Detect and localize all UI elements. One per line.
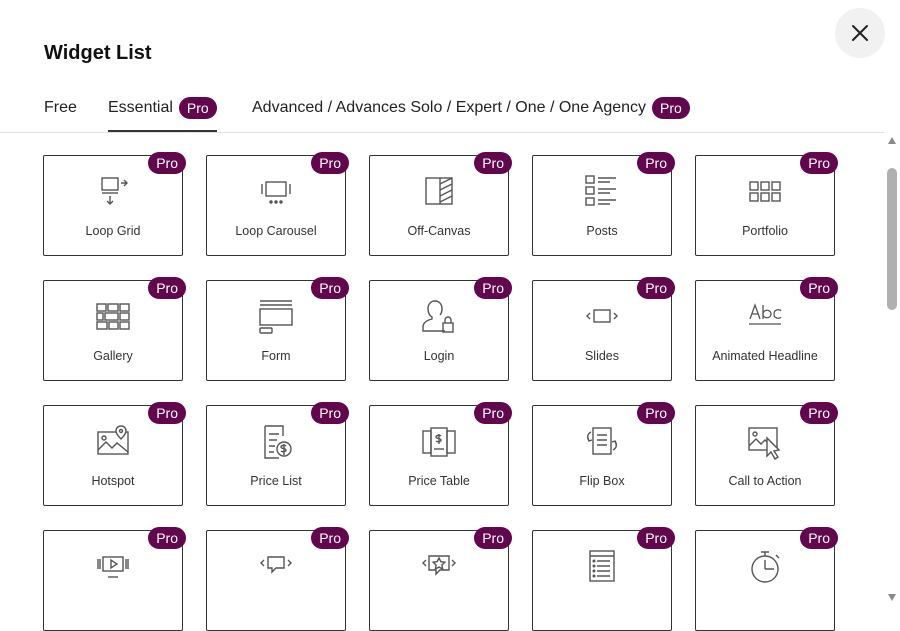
tab-advanced-pro-badge: Pro <box>652 97 690 119</box>
pro-badge: Pro <box>474 277 512 299</box>
widget-card-login[interactable]: Pro Login <box>369 277 512 381</box>
scrollbar-thumb[interactable] <box>887 168 897 310</box>
tab-free[interactable]: Free <box>44 96 77 132</box>
loop-carousel-icon <box>256 172 296 212</box>
widget-card-loop-carousel[interactable]: Pro Loop Carousel <box>206 152 349 256</box>
widget-name: Flip Box <box>579 474 625 488</box>
widget-card-gallery[interactable]: Pro Gallery <box>43 277 186 381</box>
hotspot-icon <box>93 422 133 462</box>
table-of-contents-icon <box>582 547 622 587</box>
tab-advanced-label: Advanced / Advances Solo / Expert / One … <box>252 99 647 116</box>
flip-box-icon <box>582 422 622 462</box>
tab-essential-label: Essential <box>108 99 173 116</box>
widget-card-loop-grid[interactable]: Pro Loop Grid <box>43 152 186 256</box>
widget-name: Animated Headline <box>712 349 818 363</box>
widget-list-title: Widget List <box>44 42 152 64</box>
media-carousel-icon <box>93 547 133 587</box>
gallery-icon <box>93 297 133 337</box>
widget-name: Portfolio <box>742 224 788 238</box>
widget-card-portfolio[interactable]: Pro Portfolio <box>695 152 838 256</box>
widget-name: Price Table <box>408 474 470 488</box>
pro-badge: Pro <box>148 277 186 299</box>
price-table-icon <box>419 422 459 462</box>
widget-name: Loop Carousel <box>235 224 317 238</box>
widget-name: Gallery <box>93 349 133 363</box>
pro-badge: Pro <box>800 527 838 549</box>
pro-badge: Pro <box>637 152 675 174</box>
widget-grid: Pro Loop Grid Pro Loop Carousel Pro Off-… <box>43 152 843 631</box>
portfolio-icon <box>745 172 785 212</box>
widget-card-form[interactable]: Pro Form <box>206 277 349 381</box>
widget-card-testimonial-carousel[interactable]: Pro <box>206 527 349 631</box>
form-icon <box>256 297 296 337</box>
slides-icon <box>582 297 622 337</box>
countdown-icon <box>745 547 785 587</box>
scroll-down-arrow[interactable] <box>888 594 896 601</box>
widget-card-hotspot[interactable]: Pro Hotspot <box>43 402 186 506</box>
widget-card-reviews[interactable]: Pro <box>369 527 512 631</box>
pro-badge: Pro <box>148 402 186 424</box>
widget-name: Call to Action <box>728 474 802 488</box>
widget-card-animated-headline[interactable]: Pro Animated Headline <box>695 277 838 381</box>
testimonial-carousel-icon <box>256 547 296 587</box>
widget-name: Off-Canvas <box>407 224 471 238</box>
widget-card-price-list[interactable]: Pro Price List <box>206 402 349 506</box>
posts-icon <box>582 172 622 212</box>
pro-badge: Pro <box>800 402 838 424</box>
tab-essential-pro-badge: Pro <box>178 97 217 119</box>
close-button[interactable] <box>835 8 885 58</box>
widget-card-posts[interactable]: Pro Posts <box>532 152 675 256</box>
pro-badge: Pro <box>637 402 675 424</box>
off-canvas-icon <box>419 172 459 212</box>
widget-card-table-of-contents[interactable]: Pro <box>532 527 675 631</box>
widget-card-countdown[interactable]: Pro <box>695 527 838 631</box>
pro-badge: Pro <box>311 402 349 424</box>
pro-badge: Pro <box>637 527 675 549</box>
widget-name: Price List <box>250 474 302 488</box>
widget-card-media-carousel[interactable]: Pro <box>43 527 186 631</box>
widget-name: Form <box>261 349 291 363</box>
pro-badge: Pro <box>311 527 349 549</box>
tab-advanced[interactable]: Advanced / Advances Solo / Expert / One … <box>252 96 690 132</box>
widget-name: Hotspot <box>91 474 135 488</box>
widget-card-slides[interactable]: Pro Slides <box>532 277 675 381</box>
reviews-icon <box>419 547 459 587</box>
widget-card-call-to-action[interactable]: Pro Call to Action <box>695 402 838 506</box>
tab-free-label: Free <box>44 99 77 116</box>
pro-badge: Pro <box>311 152 349 174</box>
animated-headline-icon <box>745 297 785 337</box>
tab-essential[interactable]: Essential Pro <box>108 96 217 132</box>
pro-badge: Pro <box>637 277 675 299</box>
widget-name: Loop Grid <box>85 224 141 238</box>
pro-badge: Pro <box>311 277 349 299</box>
widget-card-price-table[interactable]: Pro Price Table <box>369 402 512 506</box>
pro-badge: Pro <box>148 527 186 549</box>
loop-grid-icon <box>93 172 133 212</box>
close-icon <box>852 25 868 41</box>
tab-bar: Free Essential Pro Advanced / Advances S… <box>0 90 884 133</box>
pro-badge: Pro <box>474 402 512 424</box>
pro-badge: Pro <box>800 152 838 174</box>
pro-badge: Pro <box>474 152 512 174</box>
login-icon <box>419 297 459 337</box>
widget-card-off-canvas[interactable]: Pro Off-Canvas <box>369 152 512 256</box>
scroll-up-arrow[interactable] <box>888 137 896 144</box>
widget-name: Slides <box>584 349 620 363</box>
widget-name: Login <box>423 349 455 363</box>
pro-badge: Pro <box>474 527 512 549</box>
pro-badge: Pro <box>148 152 186 174</box>
widget-card-flip-box[interactable]: Pro Flip Box <box>532 402 675 506</box>
widget-name: Posts <box>586 224 618 238</box>
price-list-icon <box>256 422 296 462</box>
call-to-action-icon <box>745 422 785 462</box>
pro-badge: Pro <box>800 277 838 299</box>
